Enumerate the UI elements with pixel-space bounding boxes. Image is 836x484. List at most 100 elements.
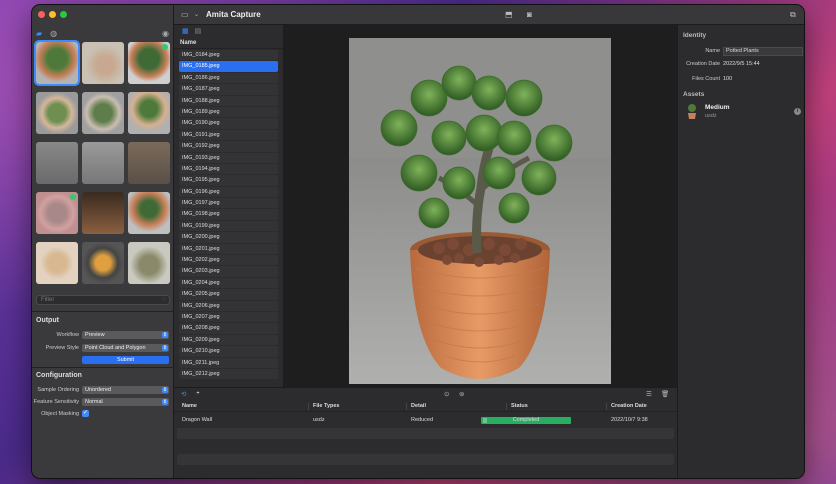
trash-icon[interactable]: 🗑 <box>661 390 669 398</box>
photo-thumbnail[interactable] <box>36 192 78 234</box>
preview-style-row: Preview Style Point Cloud and Polygon ⇕ <box>32 344 174 353</box>
photo-thumbnail[interactable] <box>34 40 80 86</box>
column-header[interactable]: Name <box>182 403 197 409</box>
list-item[interactable]: IMG_0203.jpeg <box>179 266 278 277</box>
list-item[interactable]: IMG_0191.jpeg <box>179 129 278 141</box>
list-item[interactable]: IMG_0196.jpeg <box>179 186 278 198</box>
sample-ordering-select[interactable]: Unordered ⇕ <box>82 386 169 394</box>
photo-thumbnail[interactable] <box>36 242 78 284</box>
record-icon[interactable]: ⊙ <box>444 390 449 398</box>
settings-icon[interactable]: ⊚ <box>459 390 464 398</box>
status-progress-icon <box>483 418 487 423</box>
close-button[interactable] <box>38 11 45 18</box>
files-count-value: 100 <box>723 76 733 82</box>
list-item[interactable]: IMG_0184.jpeg <box>179 50 278 61</box>
preview-style-value: Point Cloud and Polygon <box>85 345 146 351</box>
list-item[interactable]: IMG_0197.jpeg <box>179 198 278 209</box>
list-item[interactable]: IMG_0200.jpeg <box>179 232 278 243</box>
chevron-updown-icon: ⇕ <box>162 387 168 393</box>
list-item[interactable]: IMG_0189.jpeg <box>179 106 278 118</box>
list-item[interactable]: IMG_0209.jpeg <box>179 334 278 346</box>
preview-style-select[interactable]: Point Cloud and Polygon ⇕ <box>82 344 169 352</box>
list-item[interactable]: IMG_0193.jpeg <box>179 152 278 163</box>
list-item[interactable]: IMG_0198.jpeg <box>179 209 278 220</box>
preview-style-label: Preview Style <box>45 345 79 351</box>
configuration-heading: Configuration <box>36 372 82 379</box>
sidebar-toggle-icon[interactable]: ▭ <box>181 10 189 19</box>
photo-thumbnail[interactable] <box>82 42 124 84</box>
list-item[interactable]: IMG_0208.jpeg <box>179 323 278 334</box>
grid-view-icon[interactable]: ▤ <box>195 27 202 35</box>
output-heading: Output <box>36 317 59 324</box>
eye-icon[interactable]: ◉ <box>162 29 169 38</box>
photo-thumbnail[interactable] <box>128 142 170 184</box>
minimize-button[interactable] <box>49 11 56 18</box>
feature-sensitivity-select[interactable]: Normal ⇕ <box>82 398 169 406</box>
sample-ordering-label: Sample Ordering <box>37 387 79 393</box>
list-item[interactable]: IMG_0199.jpeg <box>179 220 278 232</box>
task-panel-toolbar: ⟲ ◓ ⊙ ⊚ ☰ 🗑 <box>174 388 677 399</box>
column-header[interactable]: Detail <box>411 403 426 409</box>
chevron-updown-icon: ⇕ <box>162 399 168 405</box>
image-viewer <box>284 25 677 387</box>
column-header[interactable]: Status <box>511 403 528 409</box>
file-list-items: IMG_0184.jpeg IMG_0185.jpeg IMG_0186.jpeg I… <box>174 50 283 380</box>
list-item[interactable]: IMG_0212.jpeg <box>179 368 278 380</box>
table-row[interactable]: Dragon Wall usdz Reduced Completed 2022/… <box>177 415 674 426</box>
import-icon[interactable]: ⬒ <box>505 10 513 19</box>
column-header[interactable]: Creation Date <box>611 403 647 409</box>
list-item[interactable]: IMG_0205.jpeg <box>179 289 278 300</box>
photo-thumbnail[interactable] <box>82 142 124 184</box>
zoom-button[interactable] <box>60 11 67 18</box>
photo-thumbnail[interactable] <box>128 92 170 134</box>
list-options-icon[interactable]: ☰ <box>646 390 652 398</box>
filter-options-icon[interactable]: ◌ <box>162 296 166 304</box>
workflow-select[interactable]: Preview ⇕ <box>82 331 169 339</box>
list-item[interactable]: IMG_0195.jpeg <box>179 175 278 186</box>
list-item[interactable]: IMG_0202.jpeg <box>179 255 278 266</box>
photo-thumbnail[interactable] <box>82 92 124 134</box>
list-item[interactable]: IMG_0187.jpeg <box>179 84 278 95</box>
info-icon[interactable]: i <box>794 108 801 115</box>
models-icon[interactable]: ◍ <box>50 29 57 38</box>
list-item[interactable]: IMG_0201.jpeg <box>179 243 278 255</box>
submit-button[interactable]: Submit <box>82 356 169 364</box>
list-view-icon[interactable]: ▦ <box>182 27 189 35</box>
photo-thumbnail[interactable] <box>36 142 78 184</box>
object-masking-checkbox[interactable]: ✓ <box>82 410 89 417</box>
status-dot-icon <box>70 194 76 200</box>
list-item[interactable]: IMG_0211.jpeg <box>179 357 278 368</box>
list-item[interactable]: IMG_0192.jpeg <box>179 141 278 152</box>
list-item[interactable]: IMG_0210.jpeg <box>179 346 278 357</box>
filter-input[interactable]: Filter ◌ <box>36 295 170 305</box>
list-item[interactable]: IMG_0207.jpeg <box>179 311 278 323</box>
column-separator <box>506 403 507 410</box>
column-header[interactable]: File Types <box>313 403 340 409</box>
list-item[interactable]: IMG_0206.jpeg <box>179 300 278 311</box>
share-icon[interactable]: ⧉ <box>790 10 796 20</box>
chevron-down-icon[interactable]: ⌄ <box>194 11 199 18</box>
list-item[interactable]: IMG_0185.jpeg <box>179 61 278 72</box>
photo-thumbnail[interactable] <box>128 42 170 84</box>
photo-thumbnail[interactable] <box>36 92 78 134</box>
asset-item[interactable]: Medium usdz i <box>683 103 803 121</box>
list-item[interactable]: IMG_0204.jpeg <box>179 277 278 289</box>
model-icon[interactable]: ◓ <box>196 390 200 397</box>
potted-plant-image <box>349 38 611 384</box>
photo-thumbnail[interactable] <box>82 242 124 284</box>
task-status: Completed <box>512 417 540 423</box>
folder-icon[interactable]: ▰ <box>36 29 42 38</box>
list-item[interactable]: IMG_0186.jpeg <box>179 72 278 84</box>
photo-thumbnail[interactable] <box>128 242 170 284</box>
file-list-header[interactable]: Name <box>174 37 283 49</box>
list-item[interactable]: IMG_0190.jpeg <box>179 118 278 129</box>
list-item[interactable]: IMG_0188.jpeg <box>179 95 278 106</box>
name-field[interactable]: Potted Plants <box>723 47 803 56</box>
list-item[interactable]: IMG_0194.jpeg <box>179 163 278 175</box>
tasks-icon[interactable]: ⟲ <box>181 390 186 398</box>
toolbar: ▭ ⌄ Amita Capture ⬒ ◙ ⧉ <box>174 5 804 25</box>
photo-thumbnail[interactable] <box>128 192 170 234</box>
chevron-updown-icon: ⇕ <box>162 332 168 338</box>
camera-icon[interactable]: ◙ <box>527 10 532 19</box>
photo-thumbnail[interactable] <box>82 192 124 234</box>
